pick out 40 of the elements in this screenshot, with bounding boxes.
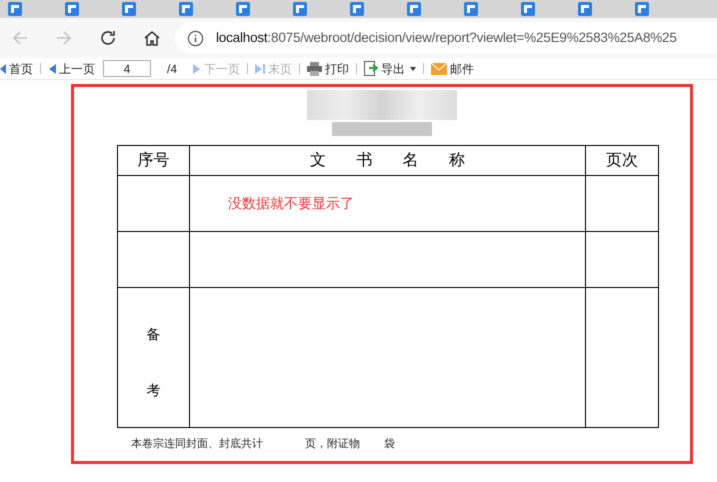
column-header: 页次 [586,146,658,176]
page-number-field[interactable]: 4 [103,60,151,77]
tab-icon[interactable] [521,2,535,16]
printer-icon [307,62,322,76]
url-text: localhost:8075/webroot/decision/view/report?viewlet=%25E9%2583%25A8%25 [216,28,677,47]
footer-text: 本卷宗连同封面、封底共计 [131,436,263,452]
tab-icon[interactable] [122,2,136,16]
column-header: 文书名称 [189,146,586,176]
first-page-icon [0,64,6,74]
tab-icon[interactable] [578,2,592,16]
info-icon[interactable] [187,30,204,46]
next-page-icon [193,64,202,74]
tab-icon[interactable] [350,2,364,16]
tab-icon[interactable] [236,2,250,16]
home-icon[interactable] [143,29,161,47]
toolbar-button[interactable]: 上一页 [48,60,95,78]
toolbar-button[interactable]: 导出 [364,60,416,78]
remark-label: 备考 [146,324,160,400]
toolbar-button[interactable]: 打印 [307,60,350,78]
export-icon [364,61,378,76]
reload-icon[interactable] [99,29,117,47]
footer-text: 页，附证物 [305,437,360,452]
tab-icon[interactable] [635,2,649,16]
footer-text: 袋 [384,437,395,452]
tab-icon[interactable] [8,2,22,16]
toolbar-button[interactable]: 邮件 [431,60,474,78]
tab-icon[interactable] [293,2,307,16]
table-cell: 没数据就不要显示了 [189,176,586,232]
mail-icon [431,62,448,74]
last-page-icon [255,64,266,74]
tab-icon[interactable] [179,2,193,16]
tab-icon[interactable] [65,2,79,16]
previous-page-icon [48,64,56,74]
caret-icon [410,66,416,70]
tab-icon[interactable] [464,2,478,16]
address-field[interactable]: localhost:8075/webroot/decision/view/report?viewlet=%25E9%2583%25A8%25 [175,22,717,54]
page-total: /4 [167,60,178,78]
tab-icon[interactable] [407,2,421,16]
column-header: 序号 [118,146,190,176]
toolbar-button[interactable]: 首页 [0,60,33,78]
